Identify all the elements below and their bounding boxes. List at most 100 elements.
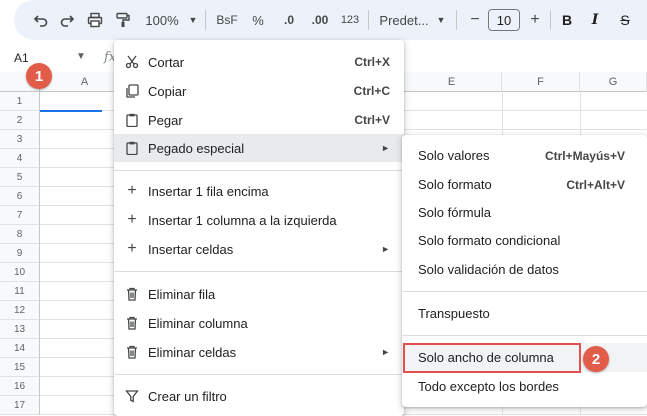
name-box[interactable]: A1: [14, 51, 29, 65]
strikethrough-icon: S: [620, 12, 630, 28]
menu-item-insert-column[interactable]: + Insertar 1 columna a la izquierda: [114, 206, 404, 234]
selected-cell-a1[interactable]: [40, 110, 102, 112]
percent-format-button[interactable]: %: [248, 0, 268, 40]
currency-format-button[interactable]: BsF: [213, 0, 241, 40]
submenu-arrow-icon: ►: [381, 143, 390, 153]
row-header[interactable]: 11: [0, 282, 40, 301]
row-header[interactable]: 5: [0, 168, 40, 187]
menu-item-label: Eliminar fila: [148, 286, 216, 302]
submenu-item-formula-only[interactable]: Solo fórmula: [402, 198, 647, 227]
font-size-value: 10: [496, 12, 512, 28]
clipboard-icon: [125, 141, 139, 155]
context-menu: Cortar Ctrl+X Copiar Ctrl+C Pegar Ctrl+V…: [114, 40, 404, 416]
row-header[interactable]: 2: [0, 111, 40, 130]
menu-item-shortcut: Ctrl+X: [354, 55, 390, 69]
undo-icon[interactable]: [30, 0, 52, 40]
italic-button[interactable]: I: [586, 0, 604, 40]
filter-icon: [125, 389, 139, 403]
chevron-down-icon[interactable]: ▼: [186, 0, 200, 40]
submenu-item-label: Transpuesto: [418, 306, 490, 321]
row-header[interactable]: 17: [0, 396, 40, 415]
trash-icon: [125, 287, 139, 301]
row-header[interactable]: 7: [0, 206, 40, 225]
font-family-value: Predet...: [379, 12, 429, 28]
column-header-g[interactable]: G: [580, 72, 647, 92]
decrease-decimals-button[interactable]: .0: [276, 0, 302, 40]
trash-icon: [125, 345, 139, 359]
column-header-label: E: [447, 75, 456, 88]
decrease-decimals-label: .0: [283, 13, 294, 27]
copy-icon: [125, 84, 139, 98]
row-header[interactable]: 13: [0, 320, 40, 339]
submenu-item-conditional-format-only[interactable]: Solo formato condicional: [402, 226, 647, 255]
row-header[interactable]: 1: [0, 92, 40, 111]
decrease-font-size-button[interactable]: −: [466, 0, 484, 40]
chevron-down-icon[interactable]: ▼: [434, 0, 448, 40]
redo-icon[interactable]: [56, 0, 78, 40]
menu-item-label: Crear un filtro: [148, 388, 227, 404]
menu-item-insert-row[interactable]: + Insertar 1 fila encima: [114, 177, 404, 205]
row-header[interactable]: 10: [0, 263, 40, 282]
menu-item-delete-column[interactable]: Eliminar columna: [114, 309, 404, 337]
number-format-button[interactable]: 123: [338, 0, 362, 40]
menu-item-cut[interactable]: Cortar Ctrl+X: [114, 48, 404, 76]
step-badge-2: 2: [583, 346, 609, 372]
paint-format-icon[interactable]: [112, 0, 134, 40]
column-header-f[interactable]: F: [502, 72, 580, 92]
menu-item-label: Copiar: [148, 83, 187, 99]
row-header[interactable]: 16: [0, 377, 40, 396]
submenu-item-data-validation-only[interactable]: Solo validación de datos: [402, 255, 647, 284]
increase-decimals-button[interactable]: .00: [306, 0, 334, 40]
menu-item-delete-cells[interactable]: Eliminar celdas ►: [114, 338, 404, 366]
highlight-box: [403, 343, 581, 373]
bold-icon: B: [561, 12, 573, 28]
submenu-item-all-except-borders[interactable]: Todo excepto los bordes: [402, 372, 647, 401]
submenu-arrow-icon: ►: [381, 244, 390, 254]
menu-item-create-filter[interactable]: Crear un filtro: [114, 382, 404, 410]
step-badge-1: 1: [26, 63, 52, 89]
menu-item-insert-cells[interactable]: + Insertar celdas ►: [114, 235, 404, 263]
submenu-item-transpose[interactable]: Transpuesto: [402, 299, 647, 328]
submenu-item-label: Solo formato: [418, 177, 492, 192]
font-size-input[interactable]: 10: [488, 9, 520, 31]
column-header-e[interactable]: E: [402, 72, 502, 92]
row-header[interactable]: 8: [0, 225, 40, 244]
submenu-item-label: Solo valores: [418, 148, 490, 163]
menu-item-label: Eliminar columna: [148, 315, 248, 331]
minus-icon: −: [470, 11, 480, 28]
menu-item-copy[interactable]: Copiar Ctrl+C: [114, 77, 404, 105]
menu-divider: [114, 374, 404, 375]
menu-item-paste-special[interactable]: Pegado especial ►: [114, 134, 404, 162]
menu-item-label: Pegar: [148, 112, 183, 128]
menu-item-label: Insertar celdas: [148, 241, 234, 257]
submenu-item-format-only[interactable]: Solo formato Ctrl+Alt+V: [402, 170, 647, 199]
menu-item-delete-row[interactable]: Eliminar fila: [114, 280, 404, 308]
column-header-label: F: [537, 75, 544, 88]
row-header[interactable]: 4: [0, 149, 40, 168]
font-family-select[interactable]: Predet...: [376, 0, 432, 40]
increase-decimals-label: .00: [311, 13, 329, 27]
column-header-label: A: [80, 75, 89, 88]
submenu-item-label: Solo formato condicional: [418, 233, 561, 248]
row-header[interactable]: 14: [0, 339, 40, 358]
badge-label: 1: [34, 67, 44, 85]
chevron-down-icon[interactable]: ▼: [76, 51, 86, 62]
scissors-icon: [125, 55, 139, 69]
increase-font-size-button[interactable]: +: [526, 0, 544, 40]
row-header[interactable]: 9: [0, 244, 40, 263]
menu-item-paste[interactable]: Pegar Ctrl+V: [114, 106, 404, 134]
bold-button[interactable]: B: [558, 0, 576, 40]
strikethrough-button[interactable]: S: [616, 0, 634, 40]
submenu-item-shortcut: Ctrl+Mayús+V: [544, 148, 625, 163]
zoom-select[interactable]: 100%: [142, 0, 182, 40]
row-header[interactable]: 12: [0, 301, 40, 320]
print-icon[interactable]: [84, 0, 106, 40]
row-header[interactable]: 3: [0, 130, 40, 149]
clipboard-icon: [125, 113, 139, 127]
row-header[interactable]: 6: [0, 187, 40, 206]
submenu-item-label: Todo excepto los bordes: [418, 379, 559, 394]
plus-icon: +: [127, 211, 137, 228]
row-header[interactable]: 15: [0, 358, 40, 377]
submenu-item-values-only[interactable]: Solo valores Ctrl+Mayús+V: [402, 141, 647, 170]
percent-format-label: %: [252, 12, 264, 28]
